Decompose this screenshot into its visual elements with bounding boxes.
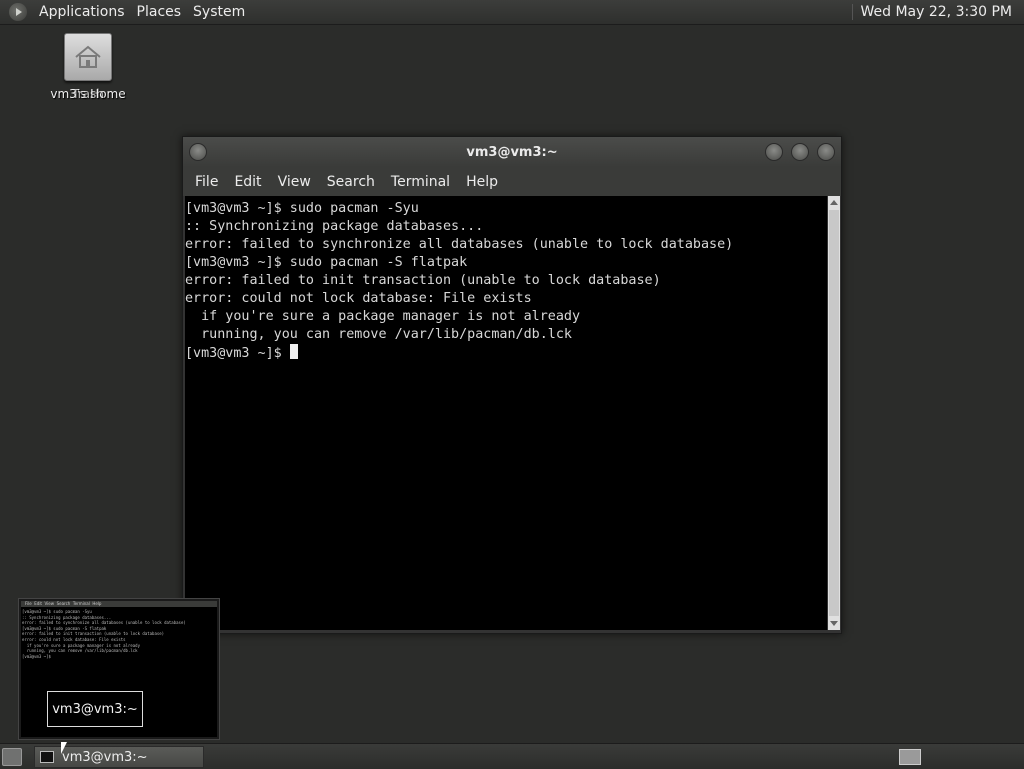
preview-title: vm3@vm3:~: [47, 691, 143, 727]
close-icon[interactable]: [817, 143, 835, 161]
terminal-line: [vm3@vm3 ~]$ sudo pacman -S flatpak: [185, 255, 467, 270]
terminal-output[interactable]: [vm3@vm3 ~]$ sudo pacman -Syu :: Synchro…: [185, 196, 827, 630]
workspace-switcher[interactable]: [899, 749, 921, 765]
terminal-window: vm3@vm3:~ File Edit View Search Terminal…: [182, 136, 842, 634]
menu-help[interactable]: Help: [458, 174, 506, 190]
bottom-panel: vm3@vm3:~: [0, 743, 1024, 769]
maximize-icon[interactable]: [791, 143, 809, 161]
show-desktop-icon[interactable]: [2, 748, 22, 766]
distro-logo-icon[interactable]: [9, 3, 27, 21]
terminal-line: error: could not lock database: File exi…: [185, 291, 532, 306]
clock[interactable]: Wed May 22, 3:30 PM: [852, 4, 1024, 20]
scroll-down-arrow-icon[interactable]: [830, 621, 838, 626]
top-panel: Applications Places System Wed May 22, 3…: [0, 0, 1024, 25]
menu-terminal[interactable]: Terminal: [383, 174, 458, 190]
scrollbar-thumb[interactable]: [829, 210, 839, 616]
window-titlebar[interactable]: vm3@vm3:~: [183, 137, 841, 167]
text-cursor: [290, 344, 298, 359]
scroll-up-arrow-icon[interactable]: [830, 200, 838, 205]
terminal-text: [vm3@vm3 ~]$ sudo pacman -Syu :: Synchro…: [185, 196, 827, 363]
menu-applications[interactable]: Applications: [33, 4, 131, 20]
menu-file[interactable]: File: [187, 174, 226, 190]
window-menu-icon[interactable]: [189, 143, 207, 161]
terminal-line: :: Synchronizing package databases...: [185, 219, 483, 234]
terminal-prompt: [vm3@vm3 ~]$: [185, 346, 290, 361]
terminal-line: running, you can remove /var/lib/pacman/…: [185, 327, 572, 342]
menu-edit[interactable]: Edit: [226, 174, 269, 190]
terminal-line: error: failed to synchronize all databas…: [185, 237, 733, 252]
window-title: vm3@vm3:~: [466, 145, 557, 160]
terminal-line: error: failed to init transaction (unabl…: [185, 273, 661, 288]
desktop-icon-label: vm3's Home Trash: [48, 87, 128, 103]
minimize-icon[interactable]: [765, 143, 783, 161]
terminal-scrollbar[interactable]: [828, 196, 840, 630]
house-icon: [73, 44, 103, 70]
terminal-line: if you're sure a package manager is not …: [185, 309, 580, 324]
menu-view[interactable]: View: [270, 174, 319, 190]
trash-label: Trash: [48, 87, 128, 101]
window-preview-popup[interactable]: File Edit View Search Terminal Help [vm3…: [18, 598, 220, 740]
mouse-pointer-icon: [61, 742, 67, 754]
taskbar-button-terminal[interactable]: vm3@vm3:~: [34, 746, 204, 768]
menu-search[interactable]: Search: [319, 174, 383, 190]
preview-text: [vm3@vm3 ~]$ sudo pacman -Syu :: Synchro…: [21, 607, 217, 659]
terminal-line: [vm3@vm3 ~]$ sudo pacman -Syu: [185, 201, 419, 216]
home-folder-icon: [64, 33, 112, 81]
desktop-icon-home[interactable]: vm3's Home Trash: [48, 33, 128, 103]
taskbar-button-label: vm3@vm3:~: [62, 750, 148, 765]
terminal-icon: [40, 751, 54, 763]
menu-system[interactable]: System: [187, 4, 251, 20]
terminal-menubar: File Edit View Search Terminal Help: [183, 167, 841, 196]
menu-places[interactable]: Places: [131, 4, 188, 20]
